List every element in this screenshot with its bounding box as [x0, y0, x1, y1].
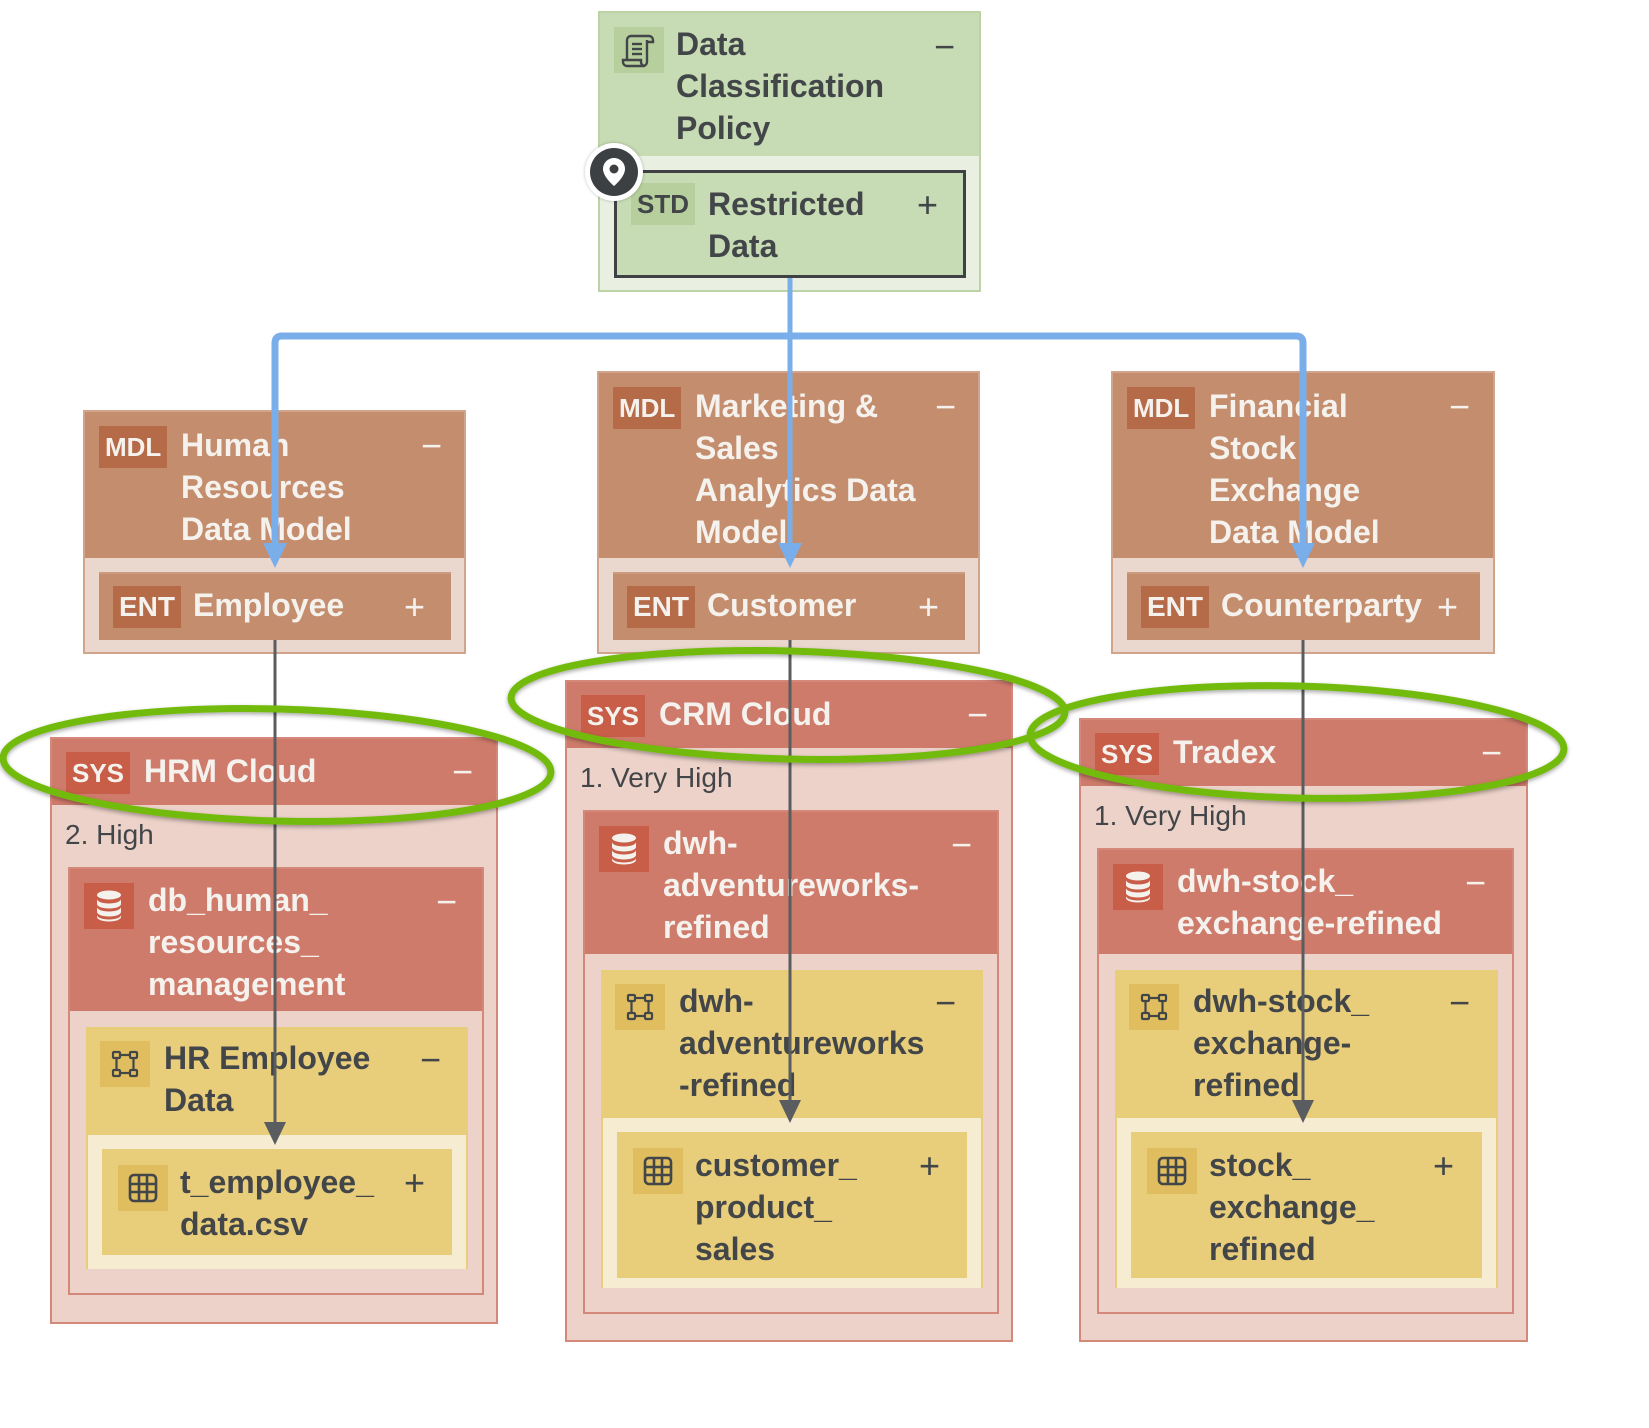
schema-icon: [1129, 984, 1179, 1030]
dataset-node[interactable]: dwh- adventureworks -refined − customer_…: [601, 970, 983, 1288]
expand-button[interactable]: +: [919, 1148, 940, 1184]
system-node[interactable]: SYS HRM Cloud − 2. High db_human_ resour…: [50, 737, 498, 1324]
collapse-button[interactable]: −: [967, 697, 988, 733]
model-badge: MDL: [99, 426, 168, 468]
expand-button[interactable]: +: [404, 589, 425, 625]
entity-title: Employee: [193, 587, 345, 623]
collapse-button[interactable]: −: [935, 389, 956, 425]
criticality-label: 1. Very High: [580, 762, 733, 793]
dataset-title: dwh- adventureworks -refined: [679, 983, 925, 1103]
system-badge: SYS: [1095, 733, 1160, 775]
system-header[interactable]: SYS CRM Cloud −: [567, 682, 1011, 748]
dataset-title: dwh-stock_ exchange- refined: [1193, 983, 1370, 1103]
database-title: dwh-stock_ exchange-refined: [1177, 863, 1442, 941]
dataset-children-container: stock_ exchange_ refined +: [1117, 1118, 1496, 1288]
dataset-children-container: t_employee_ data.csv +: [88, 1135, 466, 1269]
collapse-button[interactable]: −: [1465, 865, 1486, 901]
system-node[interactable]: SYS CRM Cloud − 1. Very High dwh- advent…: [565, 680, 1013, 1342]
table-icon: [1147, 1148, 1197, 1194]
database-icon: [599, 826, 649, 872]
standard-title: Restricted Data: [708, 186, 865, 264]
expand-button[interactable]: +: [1437, 589, 1458, 625]
entity-node[interactable]: ENT Customer +: [613, 572, 965, 640]
policy-title: Data Classification Policy: [676, 26, 885, 146]
entity-badge: ENT: [1141, 586, 1209, 628]
table-node[interactable]: stock_ exchange_ refined +: [1131, 1132, 1482, 1278]
system-title: Tradex: [1173, 734, 1277, 770]
expand-button[interactable]: +: [918, 589, 939, 625]
entity-title: Counterparty: [1221, 587, 1422, 623]
expand-button[interactable]: +: [404, 1165, 425, 1201]
system-header[interactable]: SYS HRM Cloud −: [52, 739, 496, 805]
schema-icon: [615, 984, 665, 1030]
system-title: HRM Cloud: [144, 753, 317, 789]
schema-icon: [100, 1041, 150, 1087]
database-node[interactable]: db_human_ resources_ management − HR Emp…: [68, 867, 484, 1295]
dataset-title: HR Employee Data: [164, 1040, 371, 1118]
expand-button[interactable]: +: [1433, 1148, 1454, 1184]
criticality-label: 2. High: [65, 819, 154, 850]
model-title: Human Resources Data Model: [181, 427, 352, 547]
database-header[interactable]: dwh- adventureworks- refined −: [585, 812, 997, 954]
dataset-node[interactable]: HR Employee Data − t_employee_ data.csv …: [86, 1027, 468, 1269]
model-children-container: ENT Customer +: [599, 558, 978, 652]
system-badge: SYS: [581, 695, 646, 737]
collapse-button[interactable]: −: [1449, 389, 1470, 425]
policy-scroll-icon: [614, 27, 664, 73]
collapse-button[interactable]: −: [452, 754, 473, 790]
model-title: Financial Stock Exchange Data Model: [1209, 388, 1380, 550]
database-icon: [84, 883, 134, 929]
system-title: CRM Cloud: [659, 696, 832, 732]
database-node[interactable]: dwh- adventureworks- refined − dwh- adve…: [583, 810, 999, 1314]
system-node[interactable]: SYS Tradex − 1. Very High dwh-stock_ exc…: [1079, 718, 1528, 1342]
entity-badge: ENT: [113, 586, 181, 628]
model-children-container: ENT Employee +: [85, 558, 464, 652]
model-children-container: ENT Counterparty +: [1113, 558, 1493, 652]
collapse-button[interactable]: −: [951, 827, 972, 863]
criticality-label: 1. Very High: [1094, 800, 1247, 831]
table-title: stock_ exchange_ refined: [1209, 1147, 1375, 1267]
policy-children-container: STD Restricted Data +: [600, 156, 979, 290]
table-node[interactable]: t_employee_ data.csv +: [102, 1149, 452, 1255]
entity-node[interactable]: ENT Employee +: [99, 572, 451, 640]
expand-button[interactable]: +: [917, 187, 938, 223]
collapse-button[interactable]: −: [420, 1042, 441, 1078]
database-node[interactable]: dwh-stock_ exchange-refined − dwh-stock_…: [1097, 848, 1514, 1314]
collapse-button[interactable]: −: [935, 985, 956, 1021]
database-icon: [1113, 864, 1163, 910]
collapse-button[interactable]: −: [1481, 735, 1502, 771]
table-title: t_employee_ data.csv: [180, 1164, 374, 1242]
table-icon: [633, 1148, 683, 1194]
model-node[interactable]: MDL Human Resources Data Model − ENT Emp…: [83, 410, 466, 654]
policy-node[interactable]: Data Classification Policy − STD Restric…: [598, 11, 981, 292]
standard-badge: STD: [631, 183, 695, 225]
entity-node[interactable]: ENT Counterparty +: [1127, 572, 1480, 640]
database-title: dwh- adventureworks- refined: [663, 825, 920, 945]
table-title: customer_ product_ sales: [695, 1147, 857, 1267]
model-badge: MDL: [613, 387, 682, 429]
entity-title: Customer: [707, 587, 857, 623]
table-node[interactable]: customer_ product_ sales +: [617, 1132, 967, 1278]
system-header[interactable]: SYS Tradex −: [1081, 720, 1526, 786]
table-icon: [118, 1165, 168, 1211]
collapse-button[interactable]: −: [934, 29, 955, 65]
system-badge: SYS: [66, 752, 131, 794]
collapse-button[interactable]: −: [421, 428, 442, 464]
model-title: Marketing & Sales Analytics Data Model: [695, 388, 916, 550]
model-node[interactable]: MDL Financial Stock Exchange Data Model …: [1111, 371, 1495, 654]
entity-badge: ENT: [627, 586, 695, 628]
database-header[interactable]: dwh-stock_ exchange-refined −: [1099, 850, 1512, 954]
dataset-node[interactable]: dwh-stock_ exchange- refined − stock_ ex…: [1115, 970, 1498, 1288]
database-title: db_human_ resources_ management: [148, 882, 346, 1002]
model-node[interactable]: MDL Marketing & Sales Analytics Data Mod…: [597, 371, 980, 654]
dataset-children-container: customer_ product_ sales +: [603, 1118, 981, 1288]
database-header[interactable]: db_human_ resources_ management −: [70, 869, 482, 1011]
collapse-button[interactable]: −: [1449, 985, 1470, 1021]
collapse-button[interactable]: −: [436, 884, 457, 920]
standard-node[interactable]: STD Restricted Data +: [614, 170, 966, 278]
map-pin-icon[interactable]: [585, 143, 643, 201]
model-badge: MDL: [1127, 387, 1196, 429]
